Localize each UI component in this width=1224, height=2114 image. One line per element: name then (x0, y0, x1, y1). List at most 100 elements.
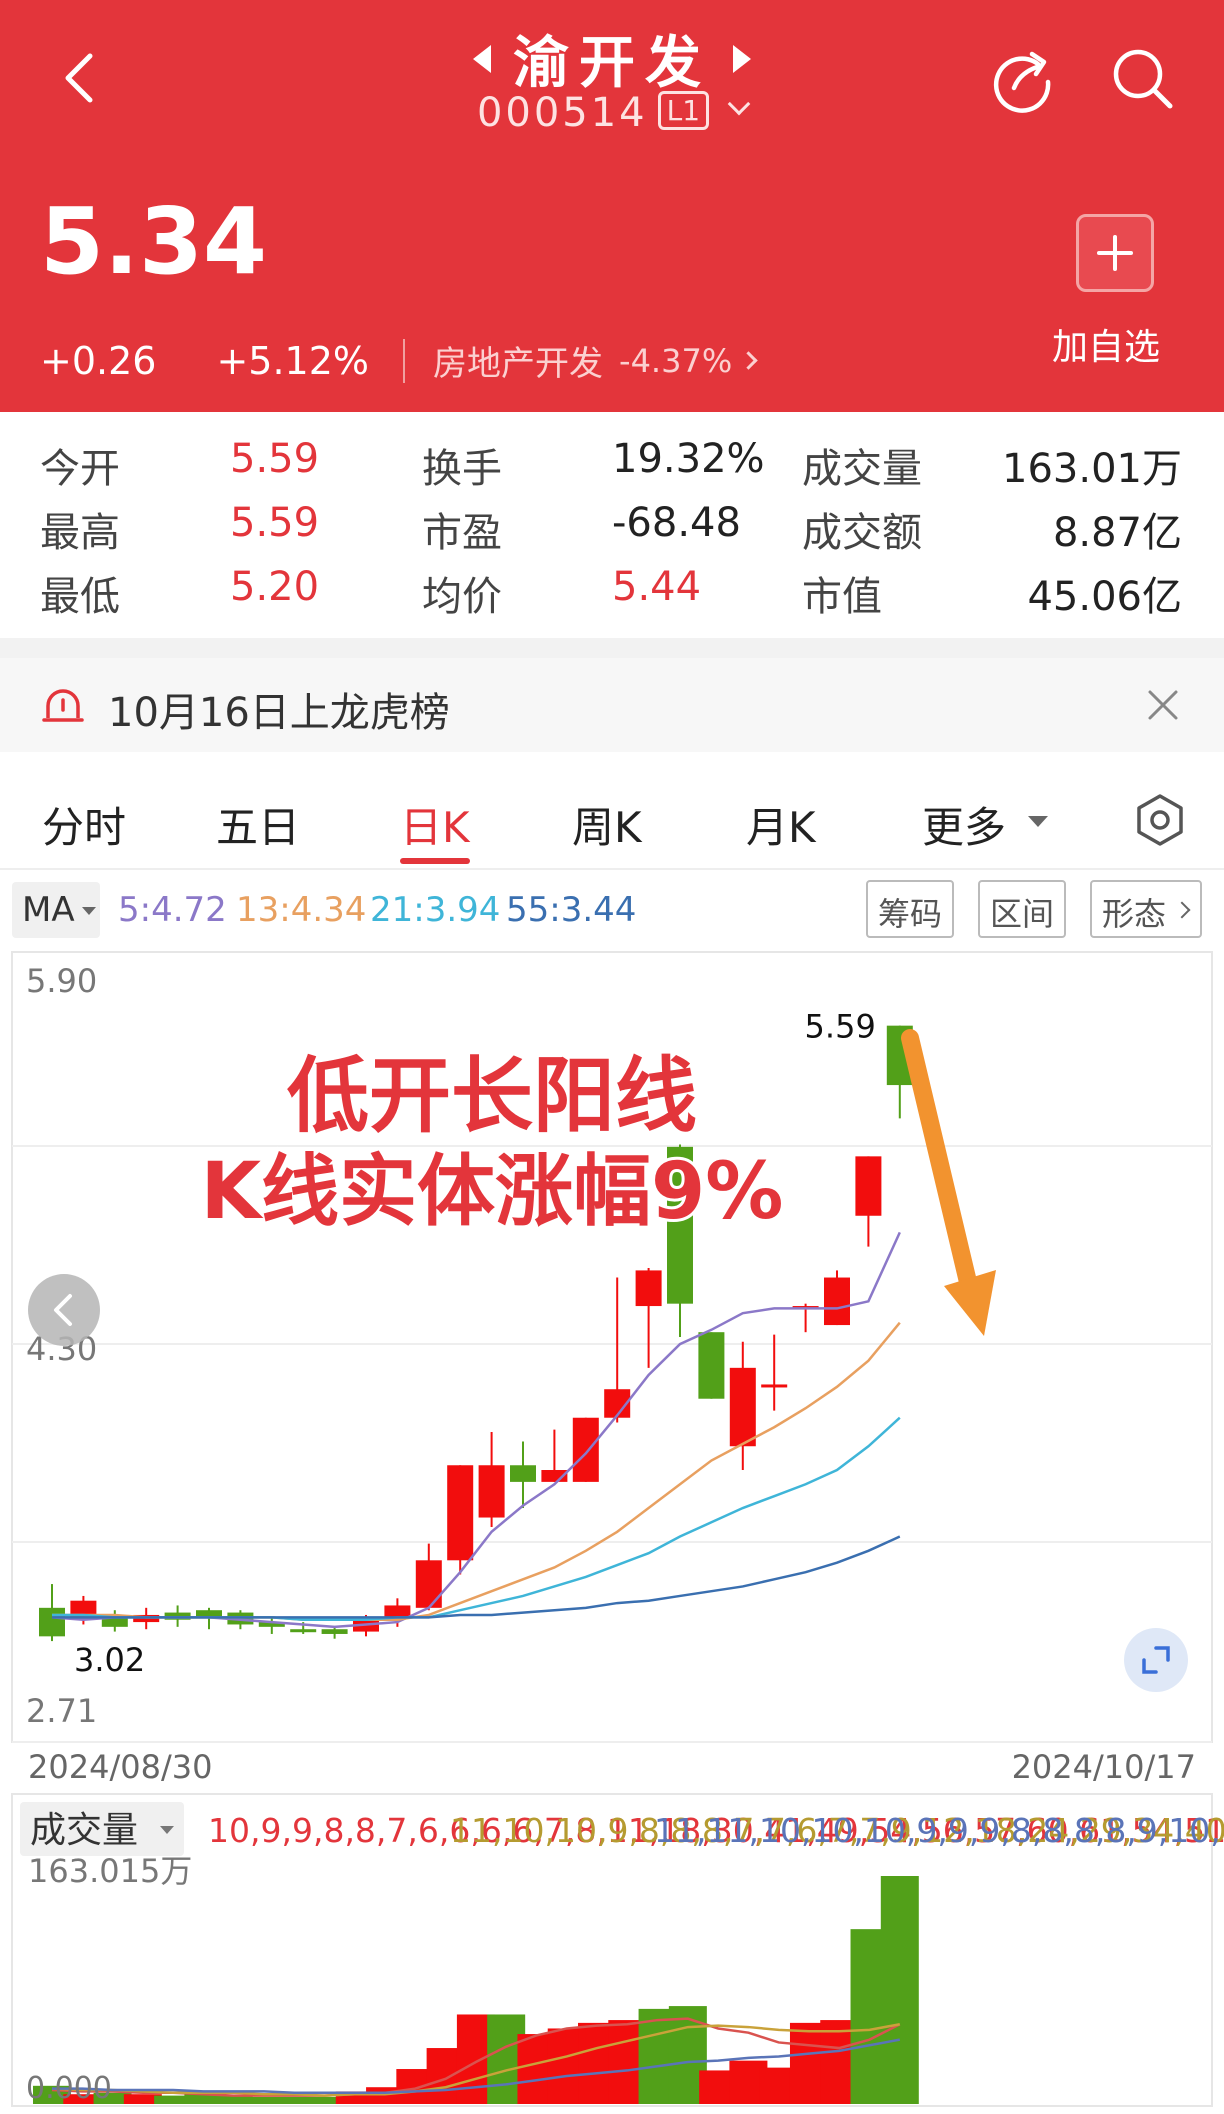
stat-label-high: 最高 (40, 510, 120, 556)
stats-grid: 今开 5.59 最高 5.59 最低 5.20 换手 19.32% 市盈 -68… (0, 412, 1224, 638)
max-price-label: 5.59 (805, 1008, 876, 1046)
candle (855, 1156, 882, 1247)
close-icon[interactable] (1146, 688, 1180, 722)
notice-bar[interactable]: 10月16日上龙虎榜 (0, 658, 1224, 752)
price-change-pct: +5.12% (216, 338, 370, 383)
alarm-icon (42, 689, 84, 722)
annotation-arrow (901, 1029, 996, 1336)
x-axis-end-date: 2024/10/17 (1012, 1748, 1196, 1786)
tab-intraday[interactable]: 分时 (42, 794, 126, 855)
stat-label-amount: 成交额 (802, 510, 922, 556)
stat-value-open: 5.59 (230, 436, 320, 482)
stat-label-avg: 均价 (422, 574, 502, 620)
candle (258, 1617, 285, 1634)
candle (478, 1431, 505, 1528)
period-tabs: 分时 五日 日K 周K 月K 更多 (0, 770, 1224, 870)
price-change: +0.26 (40, 338, 157, 383)
tab-daily-k[interactable]: 日K (400, 794, 470, 855)
chart-area: 5.90 4.30 2.71 5.59 3.02 2024/08/30 2024… (0, 946, 1224, 2114)
chips-button[interactable]: 筹码 (866, 880, 955, 938)
stat-value-amount: 8.87亿 (1052, 510, 1182, 556)
stat-label-low: 最低 (40, 574, 120, 620)
candle (604, 1277, 631, 1423)
min-price-label: 3.02 (74, 1641, 145, 1679)
prev-stock-icon[interactable] (473, 44, 491, 73)
divider (0, 638, 1224, 658)
candlestick-chart[interactable]: 5.90 4.30 2.71 5.59 3.02 2024/08/30 2024… (0, 946, 1224, 2114)
volume-ma20: 11,11,10,10,10,9,9,9,8,8,8,8,9,10,12,14,… (654, 1811, 1224, 1850)
candle (39, 1584, 65, 1642)
candle (447, 1465, 474, 1575)
ma21-line (52, 1416, 901, 1621)
ma55-line (52, 1535, 901, 1619)
divider (403, 338, 406, 383)
stock-name: 渝开发 (513, 31, 711, 96)
chevron-right-icon (1173, 901, 1191, 919)
chart-scroll-left-button[interactable] (28, 1274, 100, 1346)
stat-label-volume: 成交量 (802, 446, 922, 492)
ma-selector[interactable]: MA (12, 882, 100, 938)
level-badge: L1 (657, 91, 710, 130)
stat-value-mktcap: 45.06亿 (1027, 574, 1182, 620)
x-axis-start-date: 2024/08/30 (28, 1748, 212, 1786)
notice-text: 10月16日上龙虎榜 (108, 690, 450, 736)
sector-link[interactable]: 房地产开发 (433, 336, 603, 385)
stat-label-turnover: 换手 (422, 446, 502, 492)
stock-header: 渝开发 000514 L1 5.34 +0.26 +5.12% 房地产开发 -4.… (0, 0, 1224, 412)
current-price: 5.34 (40, 188, 267, 295)
annotation-line-1: 低开长阳线 (287, 1049, 697, 1144)
candle (729, 1341, 756, 1471)
tab-five-day[interactable]: 五日 (216, 794, 300, 855)
stat-value-volume: 163.01万 (1002, 446, 1182, 492)
ma21-value: 21:3.94 (370, 890, 501, 930)
pattern-button[interactable]: 形态 (1090, 880, 1203, 938)
stat-label-open: 今开 (40, 446, 120, 492)
tab-monthly-k[interactable]: 月K (746, 794, 816, 855)
sector-pct: -4.37% (619, 341, 733, 380)
annotation-line-2: K线实体涨幅9% (201, 1147, 784, 1237)
range-button[interactable]: 区间 (978, 880, 1067, 938)
candle (101, 1610, 128, 1632)
stat-value-high: 5.59 (230, 500, 320, 546)
ma13-line (52, 1321, 901, 1621)
candle (415, 1543, 442, 1611)
stock-code: 000514 (476, 90, 648, 136)
candle (824, 1270, 850, 1326)
add-watchlist-button[interactable] (1076, 214, 1154, 292)
ma5-line (51, 1231, 901, 1629)
volume-max-label: 163.015万 (28, 1852, 192, 1890)
caret-down-icon (82, 907, 96, 915)
volume-selector-label: 成交量 (30, 1810, 138, 1851)
tab-weekly-k[interactable]: 周K (572, 794, 642, 855)
chevron-down-icon (727, 92, 751, 116)
plus-icon (1097, 235, 1133, 271)
share-icon[interactable] (988, 44, 1058, 114)
ma5-value: 5:4.72 (118, 890, 227, 930)
stat-value-turnover: 19.32% (612, 436, 765, 482)
tab-more[interactable]: 更多 (922, 794, 1006, 855)
add-watchlist-label[interactable]: 加自选 (1052, 318, 1160, 370)
caret-down-icon (1028, 816, 1048, 827)
stat-value-avg: 5.44 (612, 564, 702, 610)
ma-indicator-row: MA 5:4.72 13:4.34 21:3.94 55:3.44 筹码 区间 … (0, 872, 1224, 948)
settings-icon[interactable] (1132, 792, 1188, 848)
candle (635, 1268, 662, 1368)
volume-min-label: 0.000 (26, 2071, 112, 2106)
stat-value-low: 5.20 (230, 564, 320, 610)
ma55-value: 55:3.44 (506, 890, 637, 930)
stat-label-mktcap: 市值 (802, 574, 882, 620)
candle (698, 1332, 725, 1399)
candle (572, 1417, 599, 1482)
chevron-right-icon (739, 351, 758, 370)
stat-label-pe: 市盈 (422, 510, 502, 556)
candle (321, 1626, 348, 1639)
next-stock-icon[interactable] (733, 44, 751, 73)
active-tab-indicator (400, 858, 470, 864)
stat-value-pe: -68.48 (612, 500, 741, 546)
search-icon[interactable] (1108, 44, 1178, 114)
y-axis-max-label: 5.90 (26, 962, 97, 1000)
ma13-value: 13:4.34 (236, 890, 367, 930)
chart-reset-zoom-button[interactable] (1124, 1628, 1188, 1692)
y-axis-min-label: 2.71 (26, 1692, 97, 1730)
candle (761, 1334, 788, 1411)
